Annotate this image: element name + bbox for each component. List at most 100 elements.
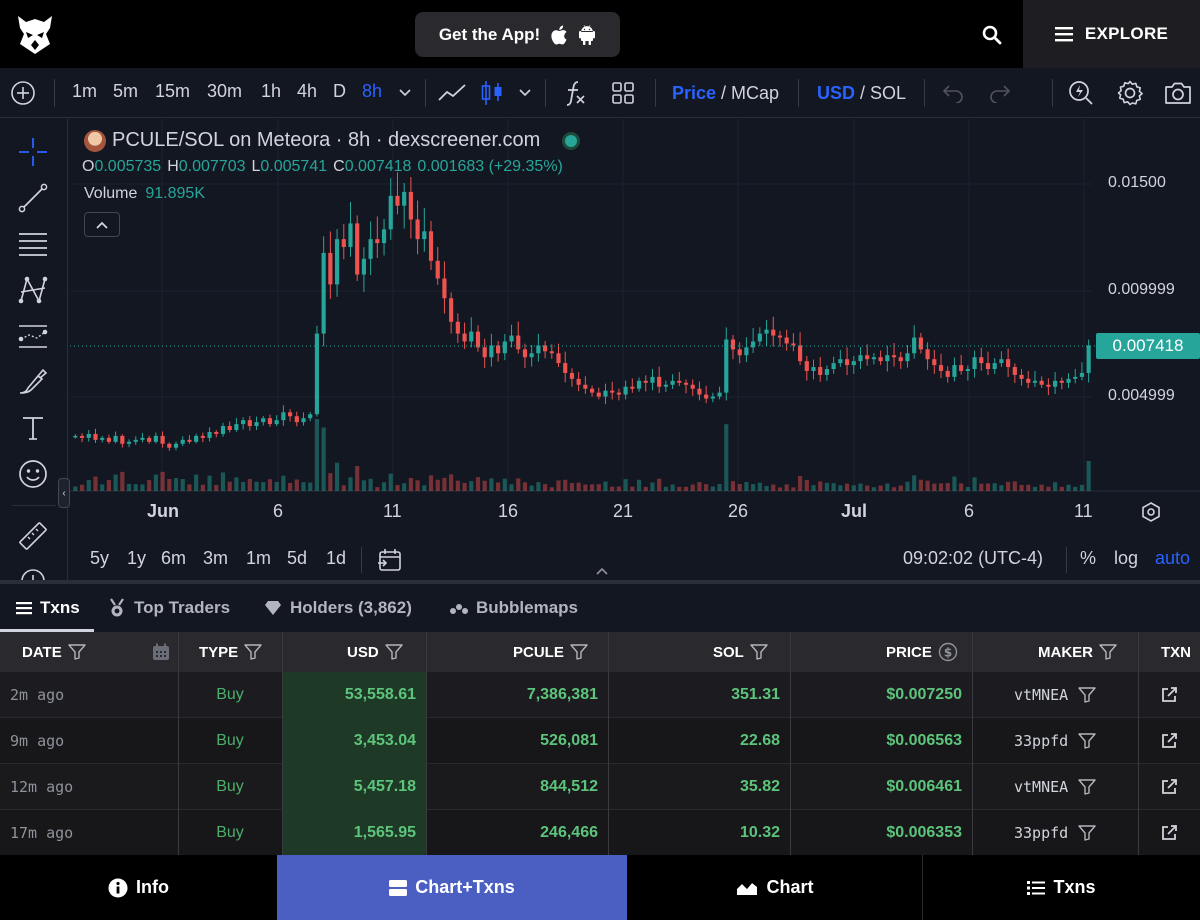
maker-address[interactable]: 33ppfd	[1014, 732, 1068, 750]
nav-info[interactable]: Info	[0, 855, 277, 920]
column-header-type[interactable]: TYPE	[199, 632, 262, 672]
nav-chart[interactable]: Chart	[627, 855, 923, 920]
filter-icon[interactable]	[384, 644, 403, 660]
external-link-icon[interactable]	[1160, 824, 1178, 842]
column-header-date[interactable]: DATE	[22, 632, 86, 672]
filter-icon[interactable]	[1099, 644, 1117, 660]
row-txn[interactable]	[1138, 764, 1200, 810]
add-symbol-button[interactable]	[10, 68, 36, 118]
maker-address[interactable]: vtMNEA	[1014, 686, 1068, 704]
tab-txns[interactable]: Txns	[16, 584, 80, 632]
tab-holders[interactable]: Holders (3,862)	[264, 584, 412, 632]
table-row[interactable]: 12m ago Buy 5,457.18 844,512 35.82 $0.006461 v…	[0, 764, 1200, 810]
range-3m[interactable]: 3m	[203, 548, 228, 569]
auto-scale-toggle[interactable]: auto	[1155, 548, 1190, 569]
timeframe-dropdown[interactable]	[398, 68, 412, 118]
tab-top-traders[interactable]: Top Traders	[108, 584, 230, 632]
timeframe-4h[interactable]: 4h	[297, 81, 317, 102]
row-txn[interactable]	[1138, 672, 1200, 718]
text-tool[interactable]	[16, 411, 50, 445]
table-row[interactable]: 17m ago Buy 1,565.95 246,466 10.32 $0.006353 3…	[0, 810, 1200, 856]
timeframe-8h[interactable]: 8h	[362, 81, 382, 102]
range-1d[interactable]: 1d	[326, 548, 346, 569]
filter-icon[interactable]	[1078, 825, 1096, 841]
toggle-drawing-toolbar[interactable]: ‹	[58, 478, 70, 508]
brush-tool[interactable]	[16, 365, 50, 399]
external-link-icon[interactable]	[1160, 732, 1178, 750]
filter-icon[interactable]	[244, 644, 262, 660]
crosshair-tool[interactable]	[16, 135, 50, 169]
column-header-usd[interactable]: USD	[347, 632, 403, 672]
range-1y[interactable]: 1y	[127, 548, 146, 569]
maker-address[interactable]: 33ppfd	[1014, 824, 1068, 842]
external-link-icon[interactable]	[1160, 686, 1178, 704]
collapse-legend-button[interactable]	[84, 212, 120, 237]
column-header-maker[interactable]: MAKER	[1038, 632, 1117, 672]
line-chart-button[interactable]	[437, 68, 467, 118]
range-5y[interactable]: 5y	[90, 548, 109, 569]
tab-bubblemaps[interactable]: Bubblemaps	[450, 584, 578, 632]
filter-icon[interactable]	[570, 644, 588, 660]
measure-tool[interactable]	[16, 519, 50, 553]
timezone-label[interactable]: 09:02:02 (UTC-4)	[903, 548, 1043, 569]
go-to-date-button[interactable]	[377, 547, 403, 578]
undo-button[interactable]	[940, 68, 966, 118]
timeframe-1h[interactable]: 1h	[261, 81, 281, 102]
pattern-tool[interactable]	[16, 273, 50, 307]
filter-icon[interactable]	[750, 644, 768, 660]
column-header-price[interactable]: PRICE $	[886, 632, 958, 672]
timeframe-1m[interactable]: 1m	[72, 81, 97, 102]
axis-settings-button[interactable]	[1140, 501, 1162, 528]
timeframe-5m[interactable]: 5m	[113, 81, 138, 102]
range-5d[interactable]: 5d	[287, 548, 307, 569]
timeframe-30m[interactable]: 30m	[207, 81, 242, 102]
filter-icon[interactable]	[1078, 779, 1096, 795]
range-6m[interactable]: 6m	[161, 548, 186, 569]
range-1m[interactable]: 1m	[246, 548, 271, 569]
dexscreener-logo-icon[interactable]	[16, 14, 54, 56]
filter-icon[interactable]	[1078, 687, 1096, 703]
date-format-toggle[interactable]	[152, 632, 170, 672]
fib-tool[interactable]	[16, 227, 50, 261]
dollar-circle-icon[interactable]: $	[938, 642, 958, 662]
settings-button[interactable]	[1116, 68, 1144, 118]
row-maker[interactable]: vtMNEA	[972, 764, 1138, 810]
nav-chart-txns[interactable]: Chart+Txns	[277, 855, 627, 920]
nav-txns[interactable]: Txns	[923, 855, 1200, 920]
candles-button[interactable]	[480, 68, 504, 118]
indicators-button[interactable]	[562, 68, 588, 118]
row-maker[interactable]: 33ppfd	[972, 810, 1138, 856]
filter-icon[interactable]	[68, 644, 86, 660]
external-link-icon[interactable]	[1160, 778, 1178, 796]
row-maker[interactable]: 33ppfd	[972, 718, 1138, 764]
trend-line-tool[interactable]	[16, 181, 50, 215]
price-chart[interactable]: PCULE/SOL on Meteora · 8h · dexscreener.…	[70, 119, 1200, 581]
row-txn[interactable]	[1138, 718, 1200, 764]
candlestick-plot[interactable]	[70, 119, 1200, 539]
get-the-app-button[interactable]: Get the App!	[415, 12, 620, 57]
timeframe-15m[interactable]: 15m	[155, 81, 190, 102]
quick-search-button[interactable]	[1067, 68, 1095, 118]
price-mcap-toggle[interactable]: Price / MCap	[672, 68, 779, 118]
log-scale-toggle[interactable]: log	[1114, 548, 1138, 569]
row-txn[interactable]	[1138, 810, 1200, 856]
column-header-sol[interactable]: SOL	[713, 632, 768, 672]
usd-sol-toggle[interactable]: USD / SOL	[817, 68, 906, 118]
chart-type-dropdown[interactable]	[518, 68, 532, 118]
prediction-tool[interactable]	[16, 319, 50, 353]
percent-scale-toggle[interactable]: %	[1080, 548, 1096, 569]
search-button[interactable]	[975, 18, 1009, 52]
table-row[interactable]: 9m ago Buy 3,453.04 526,081 22.68 $0.006563 33…	[0, 718, 1200, 764]
screenshot-button[interactable]	[1163, 68, 1193, 118]
emoji-tool[interactable]	[16, 457, 50, 491]
layouts-button[interactable]	[611, 68, 635, 118]
explore-button[interactable]: EXPLORE	[1023, 0, 1200, 68]
row-maker[interactable]: vtMNEA	[972, 672, 1138, 718]
column-header-pcule[interactable]: PCULE	[513, 632, 588, 672]
zoom-tool[interactable]	[16, 565, 50, 581]
redo-button[interactable]	[987, 68, 1013, 118]
table-row[interactable]: 2m ago Buy 53,558.61 7,386,381 351.31 $0.0072…	[0, 672, 1200, 718]
maker-address[interactable]: vtMNEA	[1014, 778, 1068, 796]
timeframe-d[interactable]: D	[333, 81, 346, 102]
filter-icon[interactable]	[1078, 733, 1096, 749]
